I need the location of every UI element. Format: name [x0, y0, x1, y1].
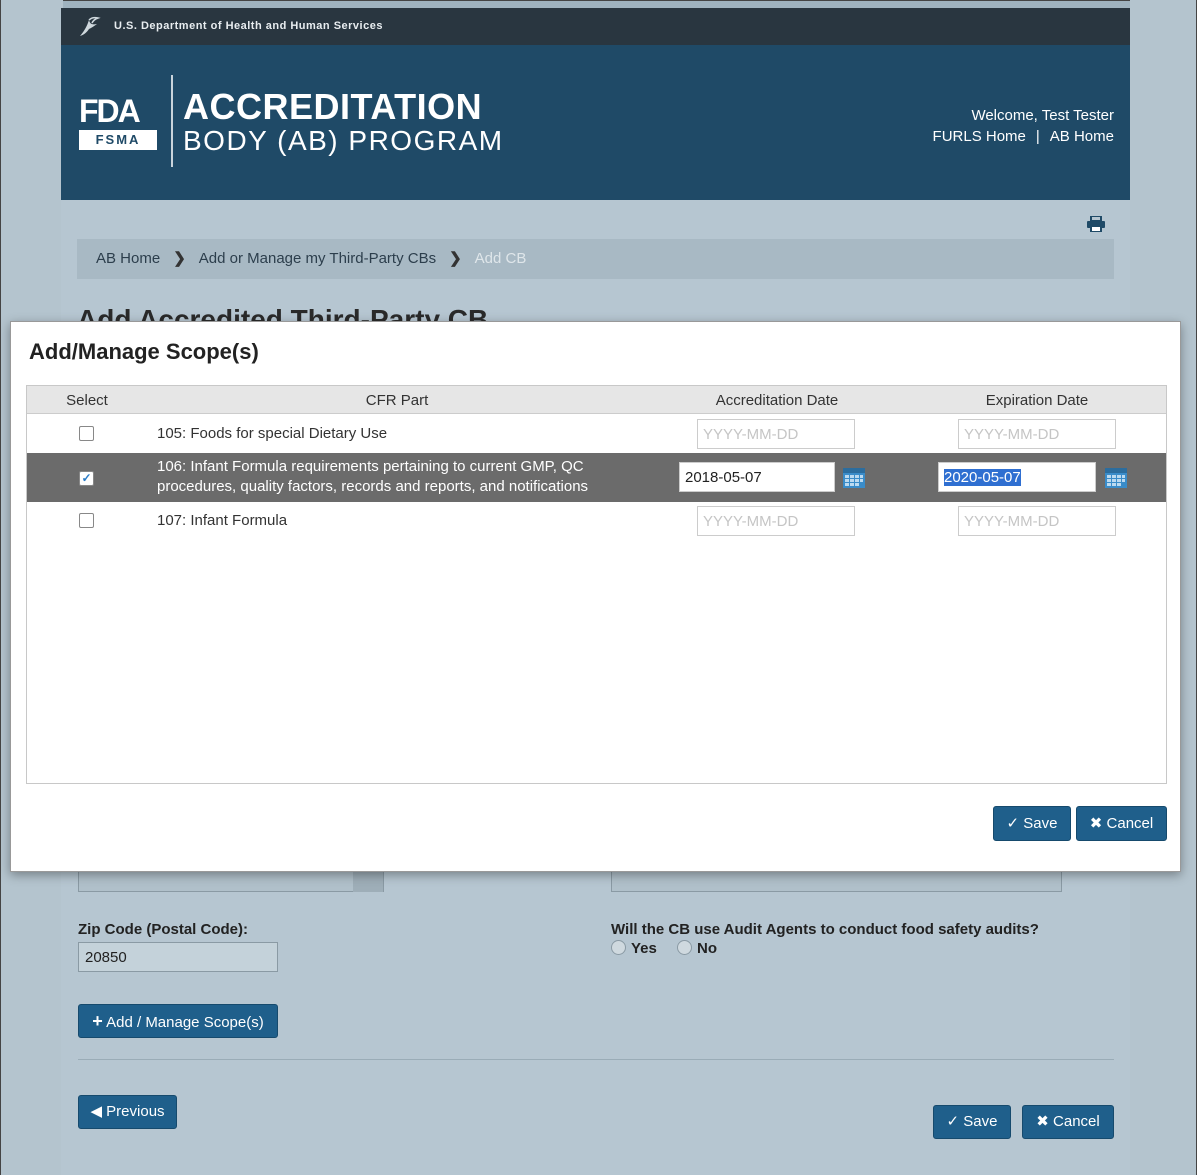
user-nav: Welcome, Test Tester FURLS Home | AB Home: [933, 105, 1114, 147]
add-manage-scope-label: Add / Manage Scope(s): [106, 1014, 264, 1031]
table-header: Select CFR Part Accreditation Date Expir…: [27, 386, 1166, 414]
accreditation-date-input[interactable]: YYYY-MM-DD: [697, 419, 855, 449]
previous-label: Previous: [106, 1103, 165, 1120]
breadcrumb-ab-home[interactable]: AB Home: [96, 250, 160, 267]
close-icon: ✖: [1036, 1113, 1049, 1130]
nav-separator: |: [1035, 128, 1040, 145]
breadcrumb: AB Home ❯ Add or Manage my Third-Party CBs…: [77, 239, 1114, 279]
furls-home-link[interactable]: FURLS Home: [933, 128, 1026, 145]
audit-agents-radio-group: Yes No: [611, 940, 717, 957]
column-header-accreditation-date: Accreditation Date: [715, 392, 839, 409]
modal-title: Add/Manage Scope(s): [29, 339, 259, 364]
row-select-checkbox[interactable]: [79, 513, 94, 528]
cancel-label: Cancel: [1053, 1113, 1100, 1130]
calendar-icon[interactable]: [842, 465, 866, 489]
audit-agents-yes-label: Yes: [631, 940, 657, 957]
chevron-right-icon: ❯: [449, 250, 462, 267]
fsma-logo-text: FSMA: [79, 130, 157, 150]
program-title-line2: BODY (AB) PROGRAM: [183, 125, 504, 156]
hhs-eagle-icon: [80, 16, 101, 36]
audit-agents-yes-radio[interactable]: [611, 940, 626, 955]
cancel-button[interactable]: ✖ Cancel: [1022, 1105, 1114, 1139]
cfr-part-text: 106: Infant Formula requirements pertain…: [157, 458, 589, 495]
plus-icon: +: [92, 1011, 103, 1031]
row-select-checkbox[interactable]: [79, 426, 94, 441]
zip-code-input[interactable]: 20850: [78, 942, 278, 972]
expiration-date-input-focused[interactable]: 2020-05-07: [938, 462, 1096, 492]
accreditation-date-input[interactable]: 2018-05-07: [679, 462, 835, 492]
program-title-line1: ACCREDITATION: [183, 86, 483, 127]
calendar-icon[interactable]: [1104, 465, 1128, 489]
welcome-text: Welcome, Test Tester: [971, 107, 1114, 124]
breadcrumb-manage-cbs[interactable]: Add or Manage my Third-Party CBs: [199, 250, 436, 267]
column-header-expiration-date: Expiration Date: [985, 392, 1089, 409]
column-header-cfr-part: CFR Part: [365, 392, 429, 409]
accreditation-date-input[interactable]: YYYY-MM-DD: [697, 506, 855, 536]
print-icon[interactable]: [1087, 216, 1105, 232]
scope-table: Select CFR Part Accreditation Date Expir…: [26, 385, 1167, 784]
table-row[interactable]: 107: Infant Formula YYYY-MM-DD YYYY-MM-D…: [27, 502, 1166, 540]
previous-button[interactable]: ◀ Previous: [78, 1095, 177, 1129]
check-square-icon: ✓: [1006, 815, 1020, 832]
modal-cancel-button[interactable]: ✖ Cancel: [1076, 806, 1167, 841]
cfr-part-text: 107: Infant Formula: [157, 512, 288, 529]
logo-divider: [171, 75, 173, 167]
save-label: Save: [963, 1113, 998, 1130]
breadcrumb-current: Add CB: [474, 250, 527, 267]
address-input[interactable]: [611, 872, 1062, 892]
program-banner: FDA FSMA ACCREDITATION BODY (AB) PROGRAM…: [61, 45, 1130, 200]
zip-code-label: Zip Code (Postal Code):: [78, 921, 248, 938]
table-row[interactable]: 105: Foods for special Dietary Use YYYY-…: [27, 415, 1166, 453]
close-icon: ✖: [1089, 815, 1103, 832]
save-button[interactable]: ✓ Save: [933, 1105, 1011, 1139]
check-square-icon: ✓: [946, 1113, 960, 1130]
cfr-part-text: 105: Foods for special Dietary Use: [157, 425, 388, 442]
chevron-right-icon: ❯: [173, 250, 186, 267]
chevron-left-circle-icon: ◀: [90, 1103, 102, 1120]
audit-agents-no-label: No: [697, 940, 718, 957]
expiration-date-input[interactable]: YYYY-MM-DD: [958, 506, 1116, 536]
select-arrow: [353, 872, 383, 892]
expiration-date-input[interactable]: YYYY-MM-DD: [958, 419, 1116, 449]
expiration-date-selected-text: 2020-05-07: [944, 469, 1021, 486]
audit-agents-no-radio[interactable]: [677, 940, 693, 955]
form-divider: [78, 1059, 1114, 1060]
table-row-selected[interactable]: ✓ 106: Infant Formula requirements perta…: [27, 453, 1166, 502]
hhs-text: U.S. Department of Health and Human Serv…: [114, 20, 383, 32]
modal-save-button[interactable]: ✓ Save: [993, 806, 1071, 841]
fda-fsma-logo[interactable]: FDA FSMA: [79, 95, 157, 153]
fda-logo-text: FDA: [79, 93, 141, 129]
manage-scope-modal: Add/Manage Scope(s) Select CFR Part Accr…: [10, 321, 1181, 872]
program-title: ACCREDITATION BODY (AB) PROGRAM: [183, 89, 504, 157]
modal-save-label: Save: [1023, 815, 1058, 832]
hhs-bar: U.S. Department of Health and Human Serv…: [61, 8, 1130, 45]
modal-cancel-label: Cancel: [1106, 815, 1154, 832]
add-manage-scope-button[interactable]: + Add / Manage Scope(s): [78, 1004, 278, 1038]
row-select-checkbox-checked[interactable]: ✓: [79, 471, 94, 486]
column-header-select: Select: [66, 392, 108, 409]
audit-agents-question: Will the CB use Audit Agents to conduct …: [611, 921, 1039, 938]
ab-home-link[interactable]: AB Home: [1050, 128, 1114, 145]
state-select[interactable]: [78, 872, 384, 892]
